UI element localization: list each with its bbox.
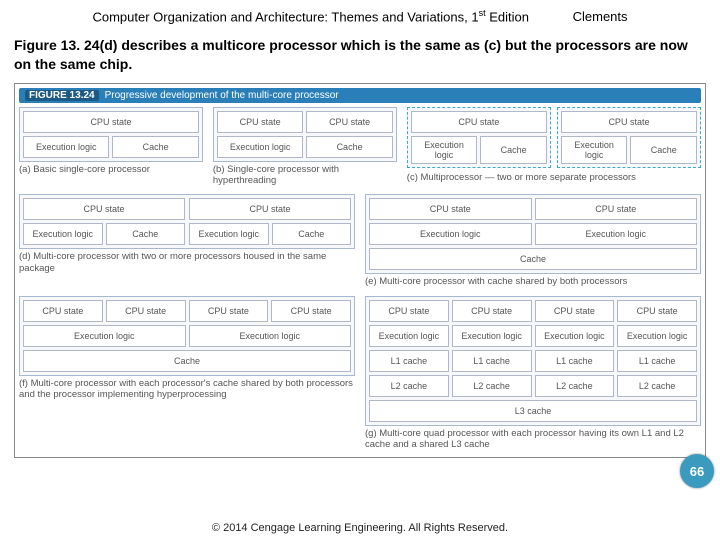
- exec-box: Execution logic: [23, 136, 109, 158]
- subfig-b: CPU state CPU state Execution logic Cach…: [213, 107, 397, 187]
- l2-cache-box: L2 cache: [369, 375, 449, 397]
- exec-box: Execution logic: [535, 223, 698, 245]
- cpu-state-box: CPU state: [369, 198, 532, 220]
- cpu-state-box: CPU state: [217, 111, 303, 133]
- subfig-e: CPU state Execution logic CPU state Exec…: [365, 194, 701, 287]
- figure-row-3: CPU state CPU state CPU state CPU state …: [15, 294, 705, 457]
- cpu-state-box: CPU state: [535, 198, 698, 220]
- cpu-state-box: CPU state: [271, 300, 351, 322]
- book-title-a: Computer Organization and Architecture: …: [92, 9, 478, 24]
- cache-box: Cache: [306, 136, 392, 158]
- exec-box: Execution logic: [23, 325, 186, 347]
- page-number-badge: 66: [680, 454, 714, 488]
- caption-d: (d) Multi-core processor with two or mor…: [19, 251, 355, 274]
- l2-cache-box: L2 cache: [452, 375, 532, 397]
- figure-number: FIGURE 13.24: [25, 90, 99, 101]
- caption-f: (f) Multi-core processor with each proce…: [19, 378, 355, 401]
- caption-g: (g) Multi-core quad processor with each …: [365, 428, 701, 451]
- l1-cache-box: L1 cache: [617, 350, 697, 372]
- subfig-g: CPU state Execution logic L1 cache L2 ca…: [365, 296, 701, 451]
- figure-panel: FIGURE 13.24 Progressive development of …: [14, 83, 706, 458]
- cache-box: Cache: [106, 223, 186, 245]
- cpu-state-box: CPU state: [23, 111, 199, 133]
- exec-box: Execution logic: [411, 136, 478, 164]
- cpu-state-box: CPU state: [617, 300, 697, 322]
- exec-box: Execution logic: [369, 223, 532, 245]
- exec-box: Execution logic: [217, 136, 303, 158]
- cpu-state-box: CPU state: [306, 111, 392, 133]
- cpu-state-box: CPU state: [535, 300, 615, 322]
- figure-row-1: CPU state Execution logic Cache (a) Basi…: [15, 105, 705, 193]
- caption-c: (c) Multiprocessor — two or more separat…: [407, 172, 701, 183]
- cpu-state-box: CPU state: [189, 198, 351, 220]
- l1-cache-box: L1 cache: [452, 350, 532, 372]
- cpu-state-box: CPU state: [561, 111, 697, 133]
- cache-box: Cache: [272, 223, 352, 245]
- cpu-state-box: CPU state: [106, 300, 186, 322]
- figure-header: FIGURE 13.24 Progressive development of …: [19, 88, 701, 103]
- cache-box: Cache: [23, 350, 351, 372]
- cpu-state-box: CPU state: [189, 300, 269, 322]
- exec-box: Execution logic: [189, 223, 269, 245]
- l1-cache-box: L1 cache: [369, 350, 449, 372]
- figure-description: Figure 13. 24(d) describes a multicore p…: [0, 28, 720, 82]
- l2-cache-box: L2 cache: [617, 375, 697, 397]
- l2-cache-box: L2 cache: [535, 375, 615, 397]
- subfig-d: CPU state Execution logic Cache CPU stat…: [19, 194, 355, 287]
- cache-box: Cache: [369, 248, 697, 270]
- exec-box: Execution logic: [617, 325, 697, 347]
- subfig-f: CPU state CPU state CPU state CPU state …: [19, 296, 355, 451]
- exec-box: Execution logic: [23, 223, 103, 245]
- exec-box: Execution logic: [189, 325, 352, 347]
- caption-e: (e) Multi-core processor with cache shar…: [365, 276, 701, 287]
- cache-box: Cache: [480, 136, 547, 164]
- cpu-state-box: CPU state: [369, 300, 449, 322]
- l3-cache-box: L3 cache: [369, 400, 697, 422]
- cache-box: Cache: [630, 136, 697, 164]
- cpu-state-box: CPU state: [23, 300, 103, 322]
- exec-box: Execution logic: [561, 136, 628, 164]
- subfig-c: CPU state Execution logic Cache CPU stat…: [407, 107, 701, 187]
- copyright-line: © 2014 Cengage Learning Engineering. All…: [0, 522, 720, 534]
- caption-b: (b) Single-core processor with hyperthre…: [213, 164, 397, 187]
- figure-title: Progressive development of the multi-cor…: [105, 90, 339, 101]
- l1-cache-box: L1 cache: [535, 350, 615, 372]
- author-name: Clements: [573, 9, 628, 24]
- slide-header: Computer Organization and Architecture: …: [0, 0, 720, 28]
- exec-box: Execution logic: [452, 325, 532, 347]
- subfig-a: CPU state Execution logic Cache (a) Basi…: [19, 107, 203, 187]
- cpu-state-box: CPU state: [411, 111, 547, 133]
- figure-row-2: CPU state Execution logic Cache CPU stat…: [15, 192, 705, 293]
- cpu-state-box: CPU state: [23, 198, 185, 220]
- exec-box: Execution logic: [535, 325, 615, 347]
- caption-a: (a) Basic single-core processor: [19, 164, 203, 175]
- cache-box: Cache: [112, 136, 198, 158]
- cpu-state-box: CPU state: [452, 300, 532, 322]
- book-title-b: Edition: [486, 9, 529, 24]
- edition-sup: st: [479, 8, 486, 18]
- exec-box: Execution logic: [369, 325, 449, 347]
